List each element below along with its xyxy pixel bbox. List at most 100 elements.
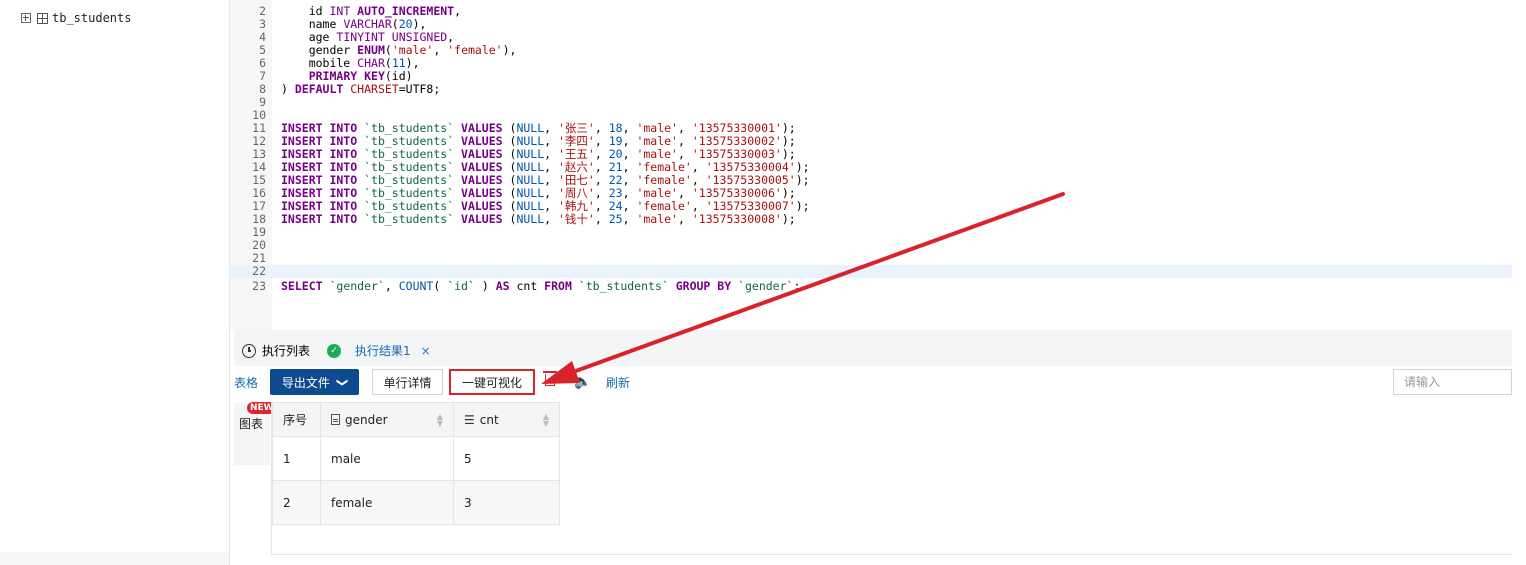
code-token: COUNT	[398, 279, 434, 293]
column-header-seq[interactable]: 序号	[272, 402, 321, 437]
export-file-button[interactable]: 导出文件 ❯	[270, 369, 359, 395]
column-header-gender[interactable]: gender ▲ ▼	[320, 402, 454, 437]
code-line[interactable]: 21	[230, 252, 1512, 265]
code-token: ,	[594, 121, 609, 135]
row-detail-button[interactable]: 单行详情	[372, 369, 443, 395]
export-file-label: 导出文件	[281, 375, 330, 390]
code-token: ,	[594, 160, 609, 174]
code-line[interactable]: 18 INSERT INTO `tb_students` VALUES (NULL…	[230, 213, 1512, 226]
sort-icon[interactable]: ▲ ▼	[437, 412, 443, 427]
code-token: '张三'	[558, 121, 595, 135]
cell-seq: 1	[272, 436, 321, 481]
code-token: 21	[608, 160, 623, 174]
speaker-icon[interactable]: 🔈	[574, 374, 591, 390]
code-token: ,	[544, 212, 558, 226]
code-token: =UTF8;	[398, 82, 441, 96]
code-token: VALUES	[461, 134, 510, 148]
code-token: name	[281, 17, 344, 31]
code-token: 19	[608, 134, 623, 148]
code-token: cnt	[516, 279, 545, 293]
code-token: INSERT INTO	[281, 134, 365, 148]
tree-item-tb-students[interactable]: tb_students	[21, 11, 131, 25]
code-token: 'male'	[636, 134, 678, 148]
code-token: ,	[677, 186, 692, 200]
code-token: '13575330008'	[691, 212, 782, 226]
code-token: ,	[433, 43, 448, 57]
code-token: GROUP BY	[675, 279, 739, 293]
table-row[interactable]: 1 male 5	[272, 436, 560, 481]
delete-icon[interactable]	[543, 371, 557, 386]
code-line[interactable]: 5 gender ENUM('male', 'female'),	[230, 44, 1512, 57]
code-token: `tb_students`	[364, 212, 462, 226]
line-number: 23	[252, 279, 266, 293]
column-header-cnt[interactable]: ☰ cnt ▲ ▼	[453, 402, 560, 437]
chart-view-tab[interactable]: NEW 图表	[234, 402, 277, 465]
code-token: `tb_students`	[364, 134, 462, 148]
code-token: VALUES	[461, 199, 510, 213]
code-token: SELECT	[281, 279, 330, 293]
refresh-button[interactable]: 刷新	[606, 374, 630, 391]
sidebar-footer	[0, 552, 229, 565]
code-token: VALUES	[461, 160, 510, 174]
code-token: ,	[677, 134, 692, 148]
search-input[interactable]	[1393, 369, 1512, 395]
code-token: '13575330001'	[691, 121, 782, 135]
code-token: ,	[622, 147, 637, 161]
code-line[interactable]: 22	[230, 265, 1512, 278]
tab-result-1[interactable]: ✓ 执行结果1 ×	[327, 342, 431, 359]
code-token: ,	[622, 134, 637, 148]
code-line[interactable]: 19	[230, 226, 1512, 239]
code-token: ,	[677, 212, 692, 226]
sql-editor[interactable]: 2 id INT AUTO_INCREMENT, 3 name VARCHAR(2…	[230, 0, 1526, 328]
cell-gender: female	[320, 480, 454, 525]
code-line[interactable]: 23 SELECT `gender`, COUNT( `id` ) AS cnt …	[230, 280, 1512, 293]
table-row[interactable]: 2 female 3	[272, 480, 560, 525]
code-token: mobile	[281, 56, 358, 70]
code-token: NULL	[516, 134, 545, 148]
code-line[interactable]: 8) DEFAULT CHARSET=UTF8;	[230, 83, 1512, 96]
code-token: ,	[622, 199, 637, 213]
code-token: 'female'	[636, 160, 692, 174]
code-line[interactable]: 6 mobile CHAR(11),	[230, 57, 1512, 70]
tab-history-label: 执行列表	[262, 344, 311, 358]
expand-icon[interactable]	[21, 13, 31, 23]
code-token: NULL	[516, 147, 545, 161]
code-token: ,	[447, 30, 455, 44]
code-token: 20	[398, 17, 413, 31]
code-token: );	[795, 160, 810, 174]
code-token: `tb_students`	[364, 186, 462, 200]
code-token: AS	[495, 279, 517, 293]
code-token: `tb_students`	[364, 121, 462, 135]
code-line[interactable]: 9	[230, 96, 1512, 109]
code-token: INSERT INTO	[281, 160, 365, 174]
code-token: '13575330005'	[705, 173, 796, 187]
code-token: `tb_students`	[364, 199, 462, 213]
code-token: ;	[793, 279, 801, 293]
code-token: INSERT INTO	[281, 147, 365, 161]
code-token: 'male'	[636, 212, 678, 226]
table-view-tab[interactable]: 表格	[234, 374, 258, 391]
code-token: INSERT INTO	[281, 186, 365, 200]
code-token: ,	[384, 279, 399, 293]
code-token: );	[781, 147, 796, 161]
one-click-visualize-button[interactable]: 一键可视化	[449, 369, 535, 395]
code-token: INT	[329, 4, 358, 18]
code-token: ,	[622, 212, 637, 226]
code-token: ),	[405, 56, 420, 70]
sort-icon[interactable]: ▲ ▼	[543, 412, 549, 427]
code-token: '13575330002'	[691, 134, 782, 148]
close-tab-icon[interactable]: ×	[421, 344, 431, 358]
row-detail-label: 单行详情	[383, 375, 432, 390]
tab-history[interactable]: 执行列表	[242, 342, 310, 359]
code-token: ),	[412, 17, 427, 31]
tree-item-label: tb_students	[52, 11, 132, 25]
code-token: 25	[608, 212, 623, 226]
code-token: ,	[622, 121, 637, 135]
code-token: CHAR	[357, 56, 385, 70]
code-token: ),	[502, 43, 517, 57]
code-token: 'male'	[636, 186, 678, 200]
cell-cnt: 5	[453, 436, 560, 481]
code-token: VALUES	[461, 147, 510, 161]
code-line[interactable]: 20	[230, 239, 1512, 252]
code-token: `tb_students`	[364, 160, 462, 174]
